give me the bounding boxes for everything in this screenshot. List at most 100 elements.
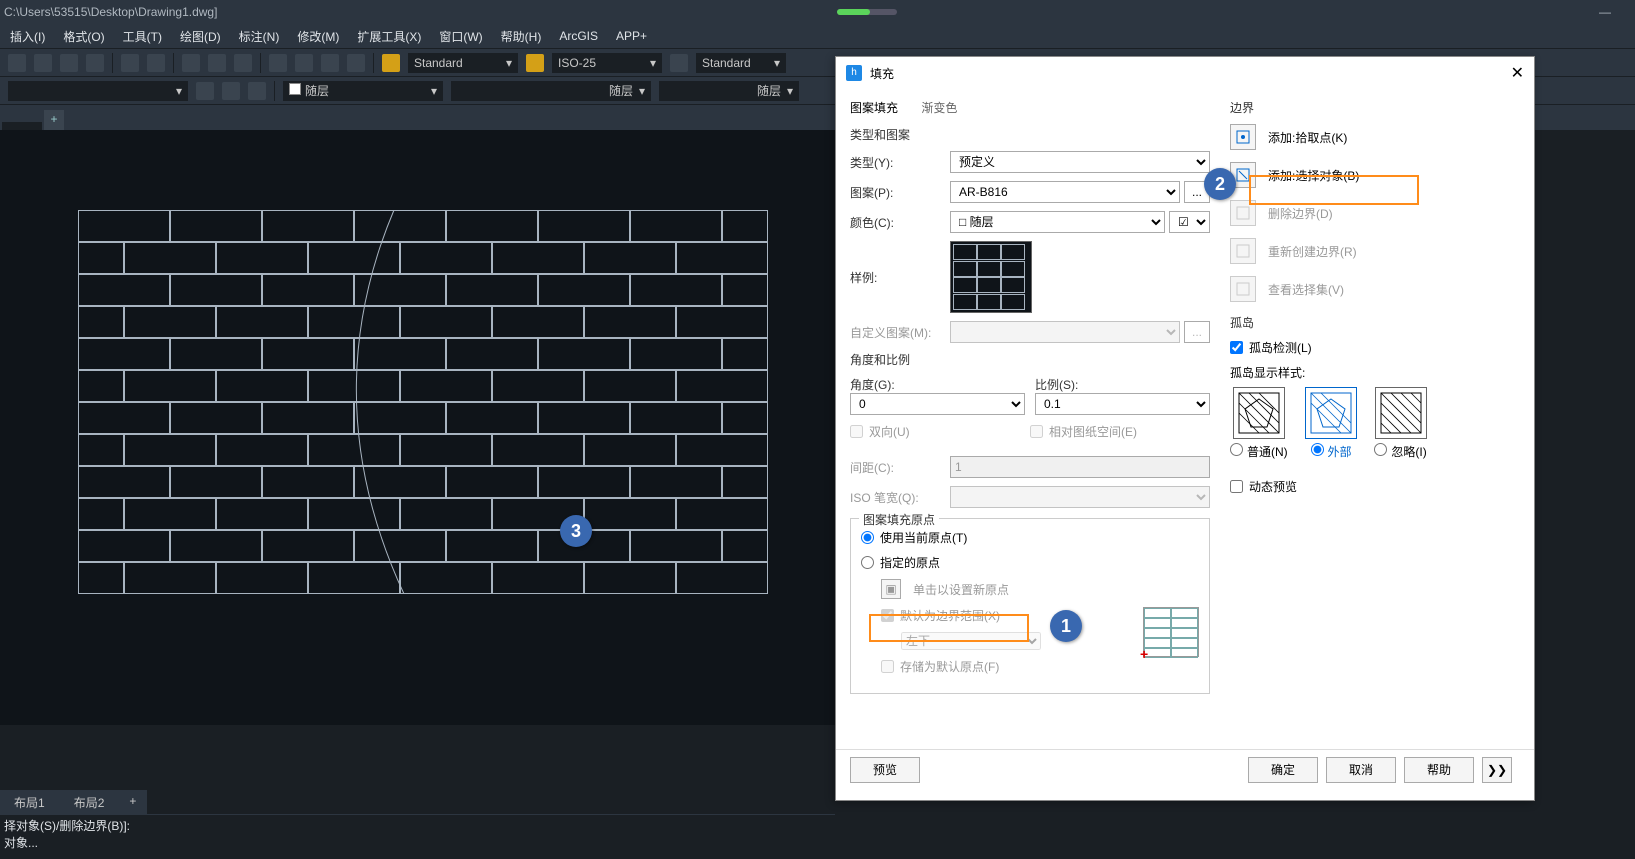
layer-off-icon[interactable] bbox=[222, 82, 240, 100]
zoom-icon[interactable] bbox=[208, 54, 226, 72]
origin-spec-label: 指定的原点 bbox=[880, 554, 940, 571]
copy-icon[interactable] bbox=[34, 54, 52, 72]
layout2-icon[interactable] bbox=[321, 54, 339, 72]
section-origin-title: 图案填充原点 bbox=[859, 511, 939, 528]
menu-app[interactable]: APP+ bbox=[616, 29, 647, 43]
pattern-select[interactable]: AR-B816 bbox=[950, 181, 1180, 203]
text-style-combo[interactable]: Standard▾ bbox=[408, 53, 518, 73]
linetype-combo[interactable]: 随层▾ bbox=[451, 81, 651, 101]
type-select[interactable]: 预定义 bbox=[950, 151, 1210, 173]
layer-freeze-icon[interactable] bbox=[248, 82, 266, 100]
cmd-history: 择对象(S)/删除边界(B)]: bbox=[4, 817, 831, 834]
zoom-window-icon[interactable] bbox=[234, 54, 252, 72]
island-outer-radio[interactable] bbox=[1311, 443, 1324, 456]
text-style-icon[interactable] bbox=[382, 54, 400, 72]
layout-icon[interactable] bbox=[295, 54, 313, 72]
color-select[interactable]: □ 随层 bbox=[950, 211, 1165, 233]
section-type-title: 类型和图案 bbox=[850, 126, 1210, 143]
match-icon[interactable] bbox=[86, 54, 104, 72]
island-ignore-icon[interactable] bbox=[1375, 387, 1427, 439]
props-icon[interactable] bbox=[347, 54, 365, 72]
layout-tab-2[interactable]: 布局2 bbox=[60, 790, 119, 814]
scale-label: 比例(S): bbox=[1035, 378, 1078, 392]
progress-indicator bbox=[837, 9, 897, 15]
menu-insert[interactable]: 插入(I) bbox=[10, 28, 45, 45]
table-style-icon[interactable] bbox=[670, 54, 688, 72]
menu-ext[interactable]: 扩展工具(X) bbox=[357, 28, 421, 45]
origin-current-radio[interactable] bbox=[861, 531, 874, 544]
pick-point-icon[interactable] bbox=[1230, 124, 1256, 150]
angle-select[interactable]: 0 bbox=[850, 393, 1025, 415]
island-detect-checkbox[interactable] bbox=[1230, 341, 1243, 354]
dim-style-combo[interactable]: ISO-25▾ bbox=[552, 53, 662, 73]
color-label: 颜色(C): bbox=[850, 214, 950, 231]
menu-tools[interactable]: 工具(T) bbox=[123, 28, 162, 45]
expand-button[interactable]: ❯❯ bbox=[1482, 757, 1512, 783]
island-normal-radio[interactable] bbox=[1230, 443, 1243, 456]
spacing-label: 间距(C): bbox=[850, 459, 950, 476]
drawing-canvas[interactable] bbox=[0, 130, 835, 725]
redo-icon[interactable] bbox=[147, 54, 165, 72]
undo-icon[interactable] bbox=[121, 54, 139, 72]
island-ignore-radio[interactable] bbox=[1374, 443, 1387, 456]
cmd-prompt: 对象... bbox=[4, 834, 831, 851]
menu-dim[interactable]: 标注(N) bbox=[239, 28, 280, 45]
table-icon[interactable] bbox=[269, 54, 287, 72]
color-swatch-select[interactable]: ☑ bbox=[1169, 211, 1210, 233]
sample-preview[interactable] bbox=[950, 241, 1032, 313]
lineweight-combo[interactable]: 随层▾ bbox=[659, 81, 799, 101]
origin-store-label: 存储为默认原点(F) bbox=[900, 658, 999, 675]
hatch-dialog: h 填充 ✕ 图案填充 渐变色 类型和图案 类型(Y): 预定义 图案(P): … bbox=[835, 56, 1535, 801]
origin-preview bbox=[1143, 607, 1199, 657]
scale-select[interactable]: 0.1 bbox=[1035, 393, 1210, 415]
menu-draw[interactable]: 绘图(D) bbox=[180, 28, 221, 45]
tab-gradient[interactable]: 渐变色 bbox=[921, 101, 957, 119]
double-checkbox bbox=[850, 425, 863, 438]
close-button[interactable]: ✕ bbox=[1511, 63, 1524, 83]
menu-format[interactable]: 格式(O) bbox=[63, 28, 104, 45]
callout-3: 3 bbox=[560, 515, 592, 547]
menu-help[interactable]: 帮助(H) bbox=[501, 28, 542, 45]
pan-icon[interactable] bbox=[182, 54, 200, 72]
ok-button[interactable]: 确定 bbox=[1248, 757, 1318, 783]
hatch-preview bbox=[78, 210, 810, 594]
origin-current-label: 使用当前原点(T) bbox=[880, 529, 967, 546]
island-style-label: 孤岛显示样式: bbox=[1230, 364, 1510, 381]
dyn-preview-checkbox[interactable] bbox=[1230, 480, 1243, 493]
cancel-button[interactable]: 取消 bbox=[1326, 757, 1396, 783]
menu-modify[interactable]: 修改(M) bbox=[297, 28, 339, 45]
callout-2: 2 bbox=[1204, 168, 1236, 200]
section-angle-title: 角度和比例 bbox=[850, 351, 1210, 368]
origin-spec-radio[interactable] bbox=[861, 556, 874, 569]
menu-window[interactable]: 窗口(W) bbox=[439, 28, 482, 45]
island-normal-icon[interactable] bbox=[1233, 387, 1285, 439]
add-layout-button[interactable]: + bbox=[119, 790, 146, 814]
help-button[interactable]: 帮助 bbox=[1404, 757, 1474, 783]
layer-lock-icon[interactable] bbox=[196, 82, 214, 100]
table-style-combo[interactable]: Standard▾ bbox=[696, 53, 786, 73]
custom-label: 自定义图案(M): bbox=[850, 324, 950, 341]
island-outer-icon[interactable] bbox=[1305, 387, 1357, 439]
paste-icon[interactable] bbox=[60, 54, 78, 72]
new-tab-button[interactable]: + bbox=[44, 110, 64, 130]
dialog-footer: 预览 确定 取消 帮助 ❯❯ bbox=[836, 749, 1534, 789]
separator bbox=[173, 53, 174, 73]
pick-origin-icon: ▣ bbox=[881, 579, 901, 599]
isopen-label: ISO 笔宽(Q): bbox=[850, 489, 950, 506]
command-line[interactable]: 择对象(S)/删除边界(B)]: 对象... bbox=[0, 814, 835, 859]
minimize-button[interactable]: — bbox=[1585, 0, 1625, 24]
layout-tab-1[interactable]: 布局1 bbox=[0, 790, 59, 814]
dialog-tabs: 图案填充 渐变色 bbox=[850, 99, 1210, 116]
layer-combo[interactable]: ▾ bbox=[8, 81, 188, 101]
cut-icon[interactable] bbox=[8, 54, 26, 72]
tab-pattern[interactable]: 图案填充 bbox=[850, 101, 898, 119]
dim-style-icon[interactable] bbox=[526, 54, 544, 72]
color-combo[interactable]: 随层▾ bbox=[283, 81, 443, 101]
menu-arcgis[interactable]: ArcGIS bbox=[559, 29, 598, 43]
island-ignore-label: 忽略(I) bbox=[1391, 445, 1426, 459]
recreate-boundary-icon bbox=[1230, 238, 1256, 264]
preview-button[interactable]: 预览 bbox=[850, 757, 920, 783]
doc-tab-drawing1[interactable]: × bbox=[2, 122, 42, 130]
dialog-title: 填充 bbox=[870, 65, 894, 82]
add-pick-label[interactable]: 添加:拾取点(K) bbox=[1268, 129, 1347, 146]
